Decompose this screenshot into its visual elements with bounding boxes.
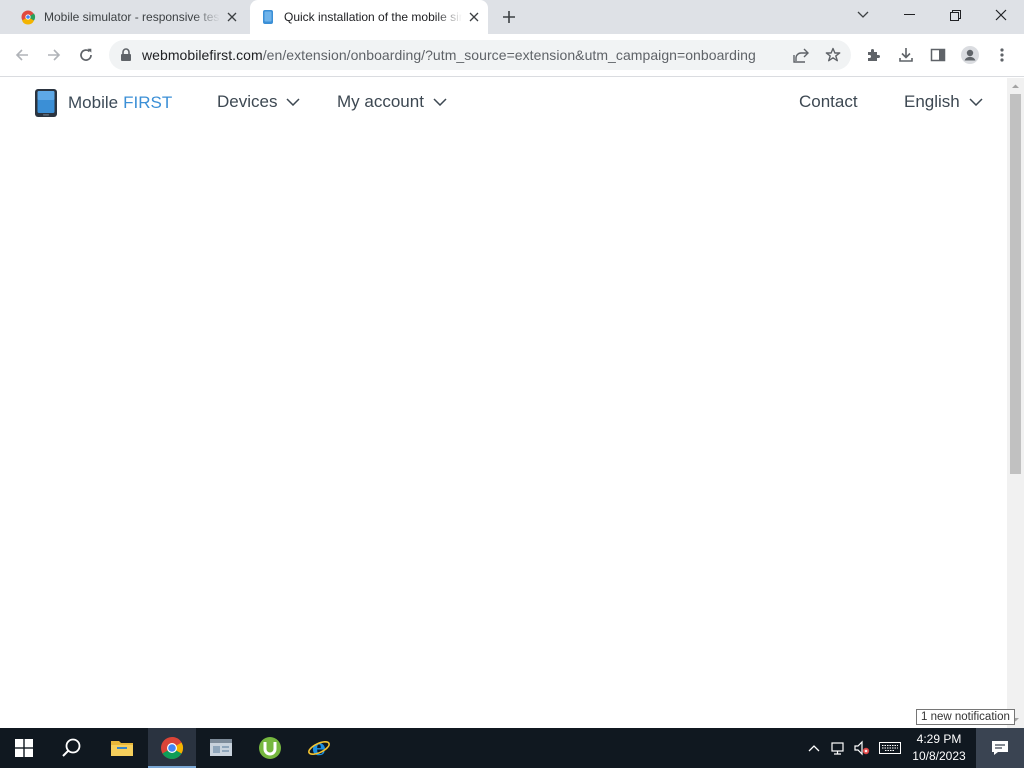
start-button[interactable] [0, 728, 48, 768]
bookmark-star-icon[interactable] [824, 46, 842, 64]
nav-my-account[interactable]: My account [337, 92, 447, 112]
chrome-icon [161, 737, 183, 759]
network-icon[interactable] [830, 740, 846, 756]
side-panel-icon[interactable] [926, 43, 950, 67]
close-tab-icon[interactable] [224, 9, 240, 25]
keyboard-icon[interactable] [878, 740, 902, 756]
mobile-first-favicon-icon [260, 9, 276, 25]
chevron-down-icon [433, 98, 447, 106]
scroll-up-arrow-icon[interactable] [1011, 82, 1020, 91]
chevron-down-icon [286, 98, 300, 106]
page-content: Mobile FIRST Devices My account Contact … [0, 78, 1007, 728]
chrome-extension-favicon-icon [20, 9, 36, 25]
taskbar-chrome[interactable] [148, 728, 196, 768]
reload-button[interactable] [74, 43, 98, 67]
notification-icon [992, 741, 1008, 755]
scrollbar-thumb[interactable] [1010, 94, 1021, 474]
svg-text:e: e [312, 736, 326, 760]
close-window-button[interactable] [978, 0, 1024, 30]
page-scrollbar[interactable] [1007, 78, 1024, 728]
notification-tooltip: 1 new notification [916, 709, 1015, 725]
taskbar-file-explorer[interactable] [98, 728, 146, 768]
back-button[interactable] [10, 43, 34, 67]
restore-button[interactable] [932, 0, 978, 30]
utorrent-icon [259, 737, 281, 759]
close-tab-icon[interactable] [466, 9, 482, 25]
windows-logo-icon [15, 739, 33, 757]
nav-devices-label: Devices [217, 92, 278, 111]
profile-avatar-icon[interactable] [958, 43, 982, 67]
tab-title: Quick installation of the mobile simulat… [284, 10, 462, 24]
language-selector-label: English [904, 92, 960, 111]
app-window-icon [210, 739, 232, 756]
internet-explorer-icon: e [308, 736, 330, 760]
taskbar-app-window[interactable] [197, 728, 245, 768]
site-logo[interactable]: Mobile FIRST [34, 88, 172, 118]
logo-word-first: FIRST [123, 93, 173, 112]
folder-icon [111, 741, 133, 756]
action-center-button[interactable] [976, 728, 1024, 768]
volume-muted-icon[interactable] [854, 740, 870, 756]
nav-contact[interactable]: Contact [799, 92, 858, 112]
nav-devices[interactable]: Devices [217, 92, 300, 112]
new-tab-button[interactable] [499, 7, 519, 27]
show-hidden-icons-chevron-icon[interactable] [806, 740, 822, 756]
tab-mobile-simulator[interactable]: Mobile simulator - responsive testing [14, 0, 246, 34]
phone-logo-icon [34, 88, 60, 118]
menu-kebab-icon[interactable] [990, 43, 1014, 67]
address-bar[interactable]: webmobilefirst.com/en/extension/onboardi… [109, 40, 851, 70]
tab-search-button[interactable] [840, 0, 886, 30]
download-icon[interactable] [894, 43, 918, 67]
windows-taskbar: e 4:29 PM 10/8/2023 [0, 728, 1024, 768]
clock-date: 10/8/2023 [912, 749, 966, 763]
url-text[interactable]: webmobilefirst.com/en/extension/onboardi… [142, 47, 756, 63]
lock-icon[interactable] [120, 48, 132, 62]
system-clock[interactable]: 4:29 PM 10/8/2023 [906, 731, 972, 765]
language-selector[interactable]: English [904, 92, 983, 112]
browser-toolbar: webmobilefirst.com/en/extension/onboardi… [0, 34, 1024, 77]
tab-title: Mobile simulator - responsive testing [44, 10, 220, 24]
taskbar-search-button[interactable] [48, 728, 96, 768]
url-path: /en/extension/onboarding/?utm_source=ext… [262, 47, 756, 63]
extensions-puzzle-icon[interactable] [862, 43, 886, 67]
chevron-down-icon [969, 98, 983, 106]
clock-time: 4:29 PM [916, 732, 962, 746]
nav-my-account-label: My account [337, 92, 424, 111]
search-icon [62, 738, 81, 757]
forward-button[interactable] [42, 43, 66, 67]
tab-quick-installation[interactable]: Quick installation of the mobile simulat… [250, 0, 488, 34]
share-icon[interactable] [792, 46, 810, 64]
taskbar-utorrent[interactable] [246, 728, 294, 768]
nav-contact-label: Contact [799, 92, 858, 111]
tab-strip: Mobile simulator - responsive testing Qu… [0, 0, 1024, 34]
logo-word-mobile: Mobile [68, 93, 119, 112]
url-domain: webmobilefirst.com [142, 47, 263, 63]
taskbar-internet-explorer[interactable]: e [295, 728, 343, 768]
minimize-button[interactable] [886, 0, 932, 30]
